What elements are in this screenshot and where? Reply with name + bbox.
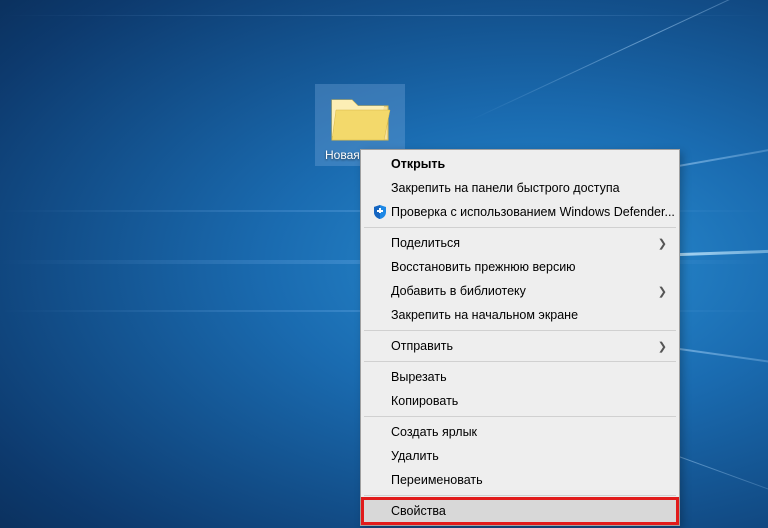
- folder-icon: [328, 90, 392, 144]
- menu-restore-previous[interactable]: Восстановить прежнюю версию: [363, 255, 677, 279]
- menu-pin-start-label: Закрепить на начальном экране: [391, 308, 667, 322]
- menu-separator: [364, 361, 676, 362]
- context-menu: Открыть Закрепить на панели быстрого дос…: [360, 149, 680, 526]
- menu-separator: [364, 227, 676, 228]
- chevron-right-icon: ❯: [653, 285, 667, 298]
- menu-cut[interactable]: Вырезать: [363, 365, 677, 389]
- menu-delete[interactable]: Удалить: [363, 444, 677, 468]
- menu-separator: [364, 495, 676, 496]
- menu-defender-scan[interactable]: Проверка с использованием Windows Defend…: [363, 200, 677, 224]
- menu-properties-label: Свойства: [391, 504, 667, 518]
- menu-create-shortcut-label: Создать ярлык: [391, 425, 667, 439]
- menu-open-label: Открыть: [391, 157, 667, 171]
- menu-restore-previous-label: Восстановить прежнюю версию: [391, 260, 667, 274]
- menu-separator: [364, 416, 676, 417]
- menu-separator: [364, 330, 676, 331]
- menu-properties[interactable]: Свойства: [363, 499, 677, 523]
- menu-pin-quick-access-label: Закрепить на панели быстрого доступа: [391, 181, 667, 195]
- menu-pin-start[interactable]: Закрепить на начальном экране: [363, 303, 677, 327]
- shield-icon: [369, 204, 391, 220]
- menu-delete-label: Удалить: [391, 449, 667, 463]
- menu-add-to-library[interactable]: Добавить в библиотеку ❯: [363, 279, 677, 303]
- menu-add-to-library-label: Добавить в библиотеку: [391, 284, 653, 298]
- menu-send-to-label: Отправить: [391, 339, 653, 353]
- menu-defender-scan-label: Проверка с использованием Windows Defend…: [391, 205, 675, 219]
- chevron-right-icon: ❯: [653, 340, 667, 353]
- menu-pin-quick-access[interactable]: Закрепить на панели быстрого доступа: [363, 176, 677, 200]
- menu-rename-label: Переименовать: [391, 473, 667, 487]
- menu-rename[interactable]: Переименовать: [363, 468, 677, 492]
- chevron-right-icon: ❯: [653, 237, 667, 250]
- menu-copy[interactable]: Копировать: [363, 389, 677, 413]
- menu-copy-label: Копировать: [391, 394, 667, 408]
- menu-create-shortcut[interactable]: Создать ярлык: [363, 420, 677, 444]
- menu-open[interactable]: Открыть: [363, 152, 677, 176]
- menu-cut-label: Вырезать: [391, 370, 667, 384]
- menu-send-to[interactable]: Отправить ❯: [363, 334, 677, 358]
- menu-share-label: Поделиться: [391, 236, 653, 250]
- menu-share[interactable]: Поделиться ❯: [363, 231, 677, 255]
